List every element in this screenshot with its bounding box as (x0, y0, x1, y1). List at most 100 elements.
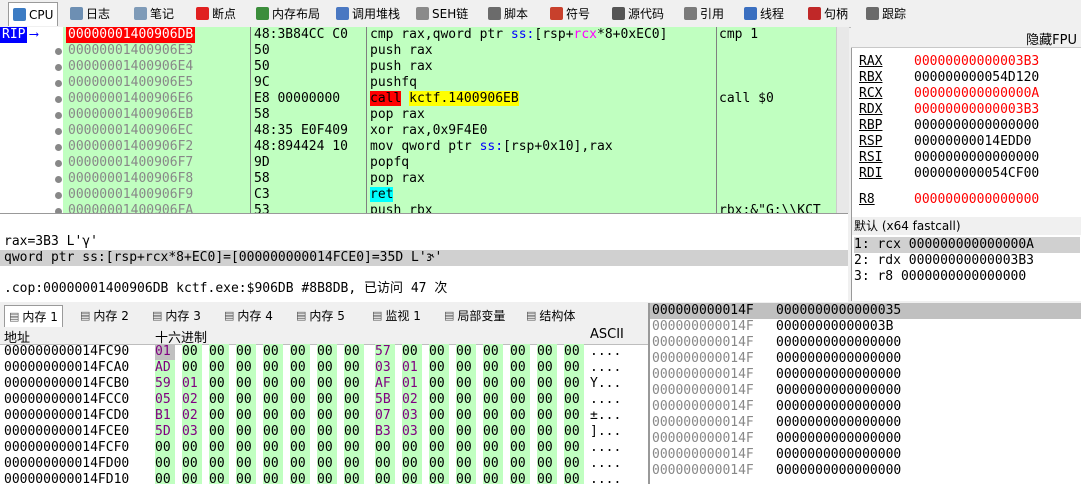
hex-row[interactable]: 000000000014FCF0 00 00 00 00 00 00 00 00 00 00 00 00… (0, 440, 648, 456)
column-header-ascii[interactable]: ASCII (590, 327, 624, 342)
hex-byte[interactable]: 00 (456, 392, 476, 408)
hex-byte[interactable]: AF (375, 376, 395, 392)
hex-byte[interactable]: 00 (537, 392, 557, 408)
hex-byte[interactable]: 00 (510, 472, 530, 484)
stack-row[interactable]: 000000000014F 0000000000000000 (650, 447, 1081, 463)
hex-row[interactable]: 000000000014FC90 01 00 00 00 00 00 00 00 57 00 00 00… (0, 344, 648, 360)
memory-tab-6[interactable]: ▤ 监视 1 (368, 305, 425, 326)
hex-byte[interactable]: 00 (483, 440, 503, 456)
hex-byte[interactable]: 00 (182, 472, 202, 484)
hex-byte[interactable]: 03 (182, 424, 202, 440)
hex-byte[interactable]: 00 (209, 456, 229, 472)
hex-byte[interactable]: 00 (236, 392, 256, 408)
hex-byte[interactable]: 00 (344, 344, 364, 360)
hex-byte[interactable]: 00 (209, 472, 229, 484)
hex-byte[interactable]: 00 (537, 360, 557, 376)
register-value-rsp[interactable]: 00000000014EDD0 (914, 134, 1031, 150)
hex-byte[interactable]: 00 (317, 408, 337, 424)
hex-byte[interactable]: 00 (375, 472, 395, 484)
hex-row[interactable]: 000000000014FCA0 AD 00 00 00 00 00 00 00 03 01 00 00… (0, 360, 648, 376)
hex-byte[interactable]: 02 (182, 408, 202, 424)
hex-byte[interactable]: 00 (317, 440, 337, 456)
hex-byte[interactable]: 00 (263, 376, 283, 392)
hex-byte[interactable]: 00 (429, 440, 449, 456)
hex-byte[interactable]: 00 (456, 472, 476, 484)
breakpoint-dot-icon[interactable] (55, 112, 62, 119)
hex-byte[interactable]: 00 (290, 344, 310, 360)
breakpoint-dot-icon[interactable] (55, 64, 62, 71)
stack-row[interactable]: 000000000014F 0000000000000000 (650, 351, 1081, 367)
hex-byte[interactable]: 00 (429, 376, 449, 392)
breakpoint-dot-icon[interactable] (55, 176, 62, 183)
hex-byte[interactable]: 5D (155, 424, 175, 440)
hex-byte[interactable]: 00 (344, 456, 364, 472)
memory-tab-5[interactable]: ▤ 内存 5 (292, 305, 349, 326)
hex-byte[interactable]: 02 (402, 392, 422, 408)
hex-byte[interactable]: 00 (510, 424, 530, 440)
hex-byte[interactable]: 00 (537, 344, 557, 360)
hex-byte[interactable]: 00 (564, 408, 584, 424)
call-arg-3[interactable]: 3: r8 0000000000000000 (854, 269, 1080, 285)
register-value-r8[interactable]: 0000000000000000 (914, 192, 1039, 208)
hex-byte[interactable]: 05 (155, 392, 175, 408)
hex-byte[interactable]: 00 (537, 376, 557, 392)
hex-byte[interactable]: B1 (155, 408, 175, 424)
hex-byte[interactable]: 00 (344, 360, 364, 376)
stack-row[interactable]: 000000000014F 0000000000000000 (650, 399, 1081, 415)
tab-source[interactable]: 源代码 (608, 2, 668, 25)
hex-byte[interactable]: 00 (290, 424, 310, 440)
hex-byte[interactable]: 00 (564, 456, 584, 472)
stack-row[interactable]: 000000000014F 0000000000000035 (650, 303, 1081, 319)
hex-byte[interactable]: 00 (236, 408, 256, 424)
hex-byte[interactable]: 00 (209, 360, 229, 376)
hex-byte[interactable]: 01 (402, 376, 422, 392)
hex-byte[interactable]: 03 (402, 424, 422, 440)
hex-byte[interactable]: 00 (483, 376, 503, 392)
stack-row[interactable]: 000000000014F 0000000000000000 (650, 415, 1081, 431)
hex-byte[interactable]: 00 (263, 424, 283, 440)
disasm-row[interactable]: RIP ⟶ 00000001400906DB 48:3B84CC C0 cmp rax,… (0, 27, 848, 43)
hex-byte[interactable]: 00 (429, 408, 449, 424)
stack-row[interactable]: 000000000014F 0000000000000000 (650, 431, 1081, 447)
hex-row[interactable]: 000000000014FD00 00 00 00 00 00 00 00 00 00 00 00 00… (0, 456, 648, 472)
disasm-row[interactable]: 00000001400906E5 9C pushfq (0, 75, 848, 91)
register-name-rdx[interactable]: RDX (859, 102, 882, 118)
hex-byte[interactable]: 03 (402, 408, 422, 424)
hex-byte[interactable]: 00 (263, 472, 283, 484)
disasm-row[interactable]: 00000001400906EB 58 pop rax (0, 107, 848, 123)
tab-handles[interactable]: 句柄 (804, 2, 852, 25)
hex-byte[interactable]: 00 (510, 408, 530, 424)
call-target[interactable]: kctf.1400906EB (409, 91, 519, 106)
hex-byte[interactable]: 00 (564, 392, 584, 408)
hex-byte[interactable]: 00 (375, 456, 395, 472)
hex-byte[interactable]: 00 (429, 360, 449, 376)
hex-byte[interactable]: 00 (537, 424, 557, 440)
hex-byte[interactable]: 00 (344, 440, 364, 456)
register-name-rdi[interactable]: RDI (859, 166, 882, 182)
disasm-row[interactable]: 00000001400906F7 9D popfq (0, 155, 848, 171)
hex-byte[interactable]: 00 (483, 360, 503, 376)
hex-byte[interactable]: 00 (209, 376, 229, 392)
hex-byte[interactable]: 03 (375, 360, 395, 376)
hex-byte[interactable]: 00 (344, 424, 364, 440)
breakpoint-dot-icon[interactable] (55, 192, 62, 199)
tab-script[interactable]: 脚本 (484, 2, 532, 25)
hex-byte[interactable]: 00 (456, 360, 476, 376)
register-name-rcx[interactable]: RCX (859, 86, 882, 102)
hex-byte[interactable]: 00 (290, 376, 310, 392)
hex-byte[interactable]: 00 (564, 360, 584, 376)
registers-header[interactable]: 隐藏FPU (851, 27, 1081, 48)
hex-byte[interactable]: 00 (510, 392, 530, 408)
hex-byte[interactable]: 00 (483, 392, 503, 408)
hex-byte[interactable]: 00 (564, 344, 584, 360)
hex-byte[interactable]: 00 (456, 376, 476, 392)
breakpoint-dot-icon[interactable] (55, 160, 62, 167)
hex-byte[interactable]: 00 (236, 376, 256, 392)
hex-byte[interactable]: 00 (456, 440, 476, 456)
hex-byte[interactable]: 00 (290, 472, 310, 484)
register-value-rbx[interactable]: 000000000054D120 (914, 70, 1039, 86)
hex-byte[interactable]: 00 (236, 424, 256, 440)
hex-byte[interactable]: 00 (564, 440, 584, 456)
disasm-scrollbar[interactable] (836, 27, 849, 213)
hex-row[interactable]: 000000000014FD10 00 00 00 00 00 00 00 00 00 00 00 00… (0, 472, 648, 484)
